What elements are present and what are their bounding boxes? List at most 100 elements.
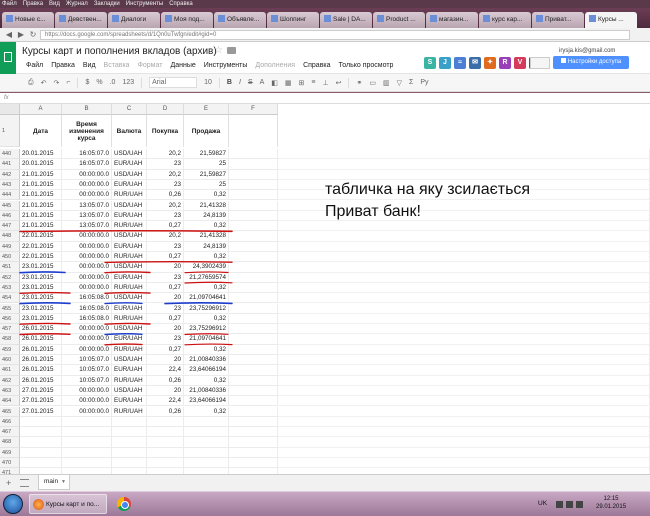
star-icon[interactable]: ☆	[214, 45, 223, 56]
browser-tab[interactable]: Приват...	[532, 12, 584, 28]
table-cell[interactable]: USD/UAH	[112, 324, 147, 335]
table-cell[interactable]: RUR/UAH	[112, 313, 147, 325]
table-cell[interactable]: EUR/UAH	[112, 272, 147, 283]
table-cell[interactable]: 26.01.2015	[20, 334, 62, 345]
table-cell[interactable]	[229, 447, 278, 458]
forward-icon[interactable]: ▶	[16, 30, 26, 40]
reload-icon[interactable]: ↻	[28, 30, 38, 40]
table-cell[interactable]: 20,2	[147, 231, 184, 242]
table-cell[interactable]: EUR/UAH	[112, 210, 147, 222]
row-number[interactable]: 469	[0, 447, 20, 458]
table-cell[interactable]: 20	[147, 385, 184, 397]
table-cell[interactable]	[112, 447, 147, 458]
formula-bar[interactable]: fx	[0, 93, 650, 104]
table-cell[interactable]: USD/UAH	[112, 385, 147, 397]
table-cell[interactable]: 23	[147, 241, 184, 252]
table-cell[interactable]	[229, 179, 278, 191]
table-cell[interactable]: 23,64066194	[184, 396, 229, 407]
row-number[interactable]: 442	[0, 169, 20, 180]
docs-menu-item[interactable]: Вставка	[104, 62, 130, 69]
table-cell[interactable]: 00:00:00.0	[62, 272, 112, 283]
functions-icon[interactable]: Σ	[409, 79, 413, 86]
table-cell[interactable]: 00:00:00.0	[62, 262, 112, 273]
table-cell[interactable]	[147, 447, 184, 458]
table-cell[interactable]: 10:05:07.0	[62, 355, 112, 366]
table-cell[interactable]: 16:05:08.0	[62, 293, 112, 304]
table-cell[interactable]: USD/UAH	[112, 231, 147, 242]
user-email[interactable]: irysja.kis@gmail.com	[559, 48, 615, 54]
table-cell[interactable]: EUR/UAH	[112, 365, 147, 376]
table-cell[interactable]: USD/UAH	[112, 169, 147, 180]
table-cell[interactable]	[229, 282, 278, 294]
table-cell[interactable]: 25	[184, 159, 229, 170]
table-cell[interactable]: 21,59827	[184, 169, 229, 180]
row-number[interactable]: 458	[0, 334, 20, 345]
table-cell[interactable]: 20	[147, 355, 184, 366]
table-cell[interactable]: 21,00840336	[184, 385, 229, 397]
table-cell[interactable]	[278, 313, 650, 325]
table-cell[interactable]	[229, 159, 278, 170]
sheet-list-icon[interactable]	[20, 479, 29, 487]
filter-icon[interactable]: ▽	[397, 79, 402, 87]
row-number[interactable]: 462	[0, 375, 20, 386]
share-button[interactable]: Настройки доступа	[553, 56, 629, 69]
table-cell[interactable]: 24,8139	[184, 241, 229, 252]
extension-icon[interactable]: V	[514, 57, 526, 69]
table-cell[interactable]	[278, 437, 650, 448]
row-number[interactable]: 457	[0, 324, 20, 335]
row-number[interactable]: 446	[0, 210, 20, 222]
paint-format-icon[interactable]: ⌐	[66, 79, 70, 86]
table-cell[interactable]	[278, 293, 650, 304]
table-cell[interactable]: 24,3902439	[184, 262, 229, 273]
table-cell[interactable]: 24,8139	[184, 210, 229, 222]
table-cell[interactable]	[229, 365, 278, 376]
table-cell[interactable]: USD/UAH	[112, 262, 147, 273]
wrap-icon[interactable]: ↩	[336, 79, 342, 87]
table-cell[interactable]: EUR/UAH	[112, 159, 147, 170]
table-cell[interactable]: 27.01.2015	[20, 385, 62, 397]
table-cell[interactable]: USD/UAH	[112, 293, 147, 304]
table-cell[interactable]: 21.01.2015	[20, 210, 62, 222]
row-number[interactable]: 444	[0, 190, 20, 201]
browser-menu-item[interactable]: Вид	[49, 1, 60, 7]
table-cell[interactable]: 20.01.2015	[20, 159, 62, 170]
table-cell[interactable]	[229, 437, 278, 448]
column-header-a[interactable]: A	[20, 104, 62, 115]
table-cell[interactable]: 23.01.2015	[20, 293, 62, 304]
table-cell[interactable]	[278, 262, 650, 273]
table-cell[interactable]: 20	[147, 324, 184, 335]
table-cell[interactable]: 21,27659574	[184, 272, 229, 283]
comments-button[interactable]	[530, 57, 550, 69]
table-cell[interactable]: USD/UAH	[112, 200, 147, 211]
table-cell[interactable]	[278, 159, 650, 170]
table-cell[interactable]	[20, 447, 62, 458]
select-all-corner[interactable]	[0, 104, 20, 115]
table-cell[interactable]: 21,59827	[184, 149, 229, 160]
table-cell[interactable]	[229, 406, 278, 417]
table-cell[interactable]: 26.01.2015	[20, 365, 62, 376]
taskbar-chrome[interactable]	[115, 495, 133, 513]
table-cell[interactable]	[278, 303, 650, 314]
row-number[interactable]: 465	[0, 406, 20, 417]
table-cell[interactable]	[184, 447, 229, 458]
start-button[interactable]	[3, 494, 23, 514]
table-cell[interactable]	[278, 324, 650, 335]
extension-icon[interactable]: R	[499, 57, 511, 69]
table-cell[interactable]: 26.01.2015	[20, 355, 62, 366]
number-format-icon[interactable]: 123	[122, 79, 134, 86]
table-cell[interactable]: 0,26	[147, 406, 184, 417]
chevron-down-icon[interactable]: ▼	[61, 475, 66, 489]
browser-menu-item[interactable]: Правка	[23, 1, 43, 7]
table-cell[interactable]: 00:00:00.0	[62, 385, 112, 397]
table-cell[interactable]	[229, 190, 278, 201]
row-number[interactable]: 455	[0, 303, 20, 314]
table-cell[interactable]: RUR/UAH	[112, 252, 147, 263]
row-number[interactable]: 456	[0, 313, 20, 325]
table-cell[interactable]	[229, 355, 278, 366]
table-cell[interactable]: 20,2	[147, 200, 184, 211]
browser-tab[interactable]: Девствен...	[55, 12, 107, 28]
table-cell[interactable]	[184, 458, 229, 469]
back-icon[interactable]: ◀	[4, 30, 14, 40]
browser-menu-item[interactable]: Инструменты	[126, 1, 163, 7]
table-cell[interactable]	[229, 313, 278, 325]
